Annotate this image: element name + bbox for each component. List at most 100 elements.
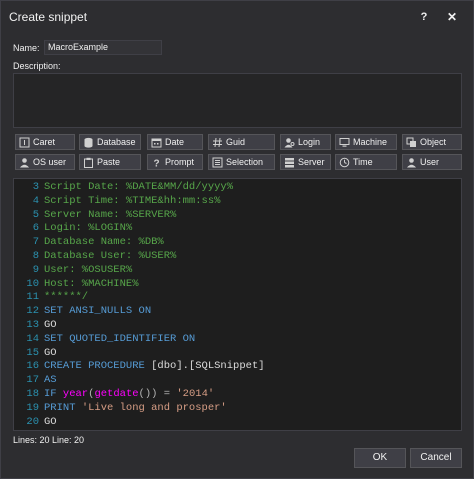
name-input[interactable]: MacroExample bbox=[44, 40, 162, 55]
prompt-icon: ? bbox=[151, 157, 162, 168]
machine-button[interactable]: Machine bbox=[335, 134, 397, 150]
code-text: GO bbox=[44, 416, 57, 429]
help-button[interactable]: ? bbox=[413, 7, 435, 27]
user-button[interactable]: User bbox=[402, 154, 462, 170]
line-number: 4 bbox=[32, 194, 39, 207]
machine-icon bbox=[339, 137, 350, 148]
user-label: User bbox=[420, 157, 440, 167]
code-text: Host: %MACHINE% bbox=[44, 278, 139, 291]
create-snippet-dialog: Create snippet ? ✕ Name: MacroExample De… bbox=[0, 0, 474, 479]
code-token: ******/ bbox=[44, 291, 89, 304]
line-number: 14 bbox=[26, 332, 39, 345]
code-text: IF year(getdate()) = '2014' bbox=[44, 388, 214, 401]
code-token: Script Date: %DATE&MM/dd/yyyy% bbox=[44, 181, 234, 193]
code-token: ()) = bbox=[138, 388, 177, 400]
machine-label: Machine bbox=[353, 137, 388, 147]
database-button[interactable]: Database bbox=[79, 134, 141, 150]
line-number: 5 bbox=[32, 208, 39, 221]
description-label: Description: bbox=[13, 61, 61, 71]
code-token: GO bbox=[44, 346, 57, 359]
prompt-label: Prompt bbox=[165, 157, 195, 167]
line-number: 6 bbox=[32, 222, 39, 235]
code-text: SET ANSI_NULLS ON bbox=[44, 305, 151, 318]
code-text: AS bbox=[44, 374, 57, 387]
selection-button[interactable]: Selection bbox=[208, 154, 275, 170]
server-label: Server bbox=[298, 157, 325, 167]
paste-button[interactable]: Paste bbox=[79, 154, 141, 170]
code-token: Server Name: %SERVER% bbox=[44, 208, 177, 221]
status-bar: Lines: 20 Line: 20 bbox=[13, 435, 85, 445]
user-icon bbox=[406, 157, 417, 168]
date-button[interactable]: Date bbox=[147, 134, 203, 150]
code-text: GO bbox=[44, 319, 57, 332]
code-token: '2014' bbox=[176, 388, 215, 400]
database-icon bbox=[83, 137, 94, 148]
line-number: 3 bbox=[32, 181, 39, 193]
line-number: 7 bbox=[32, 236, 39, 249]
object-icon bbox=[406, 137, 417, 148]
code-token: Script Time: %TIME&hh:mm:ss% bbox=[44, 194, 221, 207]
code-text: PRINT 'Live long and prosper' bbox=[44, 402, 227, 415]
paste-icon bbox=[83, 157, 94, 168]
code-text: SET QUOTED_IDENTIFIER ON bbox=[44, 333, 195, 346]
line-number: 15 bbox=[26, 346, 39, 359]
time-label: Time bbox=[353, 157, 373, 167]
cancel-button[interactable]: Cancel bbox=[410, 448, 462, 468]
code-token: Database User: %USER% bbox=[44, 250, 177, 262]
code-token: Database Name: %DB% bbox=[44, 236, 164, 249]
svg-text:?: ? bbox=[153, 158, 159, 168]
close-button[interactable]: ✕ bbox=[441, 7, 463, 27]
os-user-button[interactable]: OS user bbox=[15, 154, 75, 170]
database-label: Database bbox=[97, 137, 136, 147]
calendar-icon bbox=[151, 137, 162, 148]
caret-icon bbox=[19, 137, 30, 148]
prompt-button[interactable]: ? Prompt bbox=[147, 154, 203, 170]
line-number: 19 bbox=[26, 401, 39, 414]
line-number: 12 bbox=[26, 305, 39, 318]
ok-button[interactable]: OK bbox=[354, 448, 406, 468]
object-button[interactable]: Object bbox=[402, 134, 462, 150]
selection-icon bbox=[212, 157, 223, 168]
guid-button[interactable]: Guid bbox=[208, 134, 275, 150]
code-text: GO bbox=[44, 347, 57, 360]
description-field[interactable] bbox=[13, 73, 462, 128]
code-text: Script Date: %DATE&MM/dd/yyyy% bbox=[44, 181, 233, 194]
code-token: GO bbox=[44, 319, 57, 331]
object-label: Object bbox=[420, 137, 447, 147]
line-number: 10 bbox=[26, 277, 39, 290]
time-button[interactable]: Time bbox=[335, 154, 397, 170]
login-label: Login bbox=[298, 137, 321, 147]
line-number: 16 bbox=[26, 360, 39, 373]
dialog-title: Create snippet bbox=[9, 10, 88, 24]
guid-label: Guid bbox=[226, 137, 246, 147]
code-text: Login: %LOGIN% bbox=[44, 222, 132, 235]
line-number: 17 bbox=[26, 374, 39, 387]
code-token: Login: %LOGIN% bbox=[44, 222, 133, 235]
line-number: 13 bbox=[26, 319, 39, 331]
line-number: 20 bbox=[26, 415, 39, 428]
os-user-icon bbox=[19, 157, 30, 168]
paste-label: Paste bbox=[97, 157, 121, 167]
login-icon bbox=[284, 137, 295, 148]
caret-label: Caret bbox=[33, 137, 56, 147]
code-token: [dbo].[SQLSnippet] bbox=[151, 360, 265, 373]
code-token: 'Live long and prosper' bbox=[81, 401, 227, 414]
login-button[interactable]: Login bbox=[280, 134, 331, 150]
os-user-label: OS user bbox=[33, 157, 67, 167]
hash-icon bbox=[212, 137, 223, 148]
code-editor[interactable]: 3 Script Date: %DATE&MM/dd/yyyy% 4 Script T… bbox=[13, 178, 462, 431]
code-text: Script Time: %TIME&hh:mm:ss% bbox=[44, 195, 220, 208]
code-text: Database User: %USER% bbox=[44, 250, 176, 263]
server-button[interactable]: Server bbox=[280, 154, 331, 170]
date-label: Date bbox=[165, 137, 185, 147]
code-token: Host: %MACHINE% bbox=[44, 277, 139, 290]
code-text: ******/ bbox=[44, 291, 88, 304]
line-number: 18 bbox=[26, 388, 39, 400]
name-label: Name: bbox=[13, 43, 40, 53]
code-text: Database Name: %DB% bbox=[44, 236, 164, 249]
code-token: AS bbox=[44, 374, 57, 387]
code-token: getdate bbox=[94, 388, 139, 400]
code-text: User: %OSUSER% bbox=[44, 264, 132, 277]
caret-button[interactable]: Caret bbox=[15, 134, 75, 150]
code-text: Server Name: %SERVER% bbox=[44, 209, 176, 222]
